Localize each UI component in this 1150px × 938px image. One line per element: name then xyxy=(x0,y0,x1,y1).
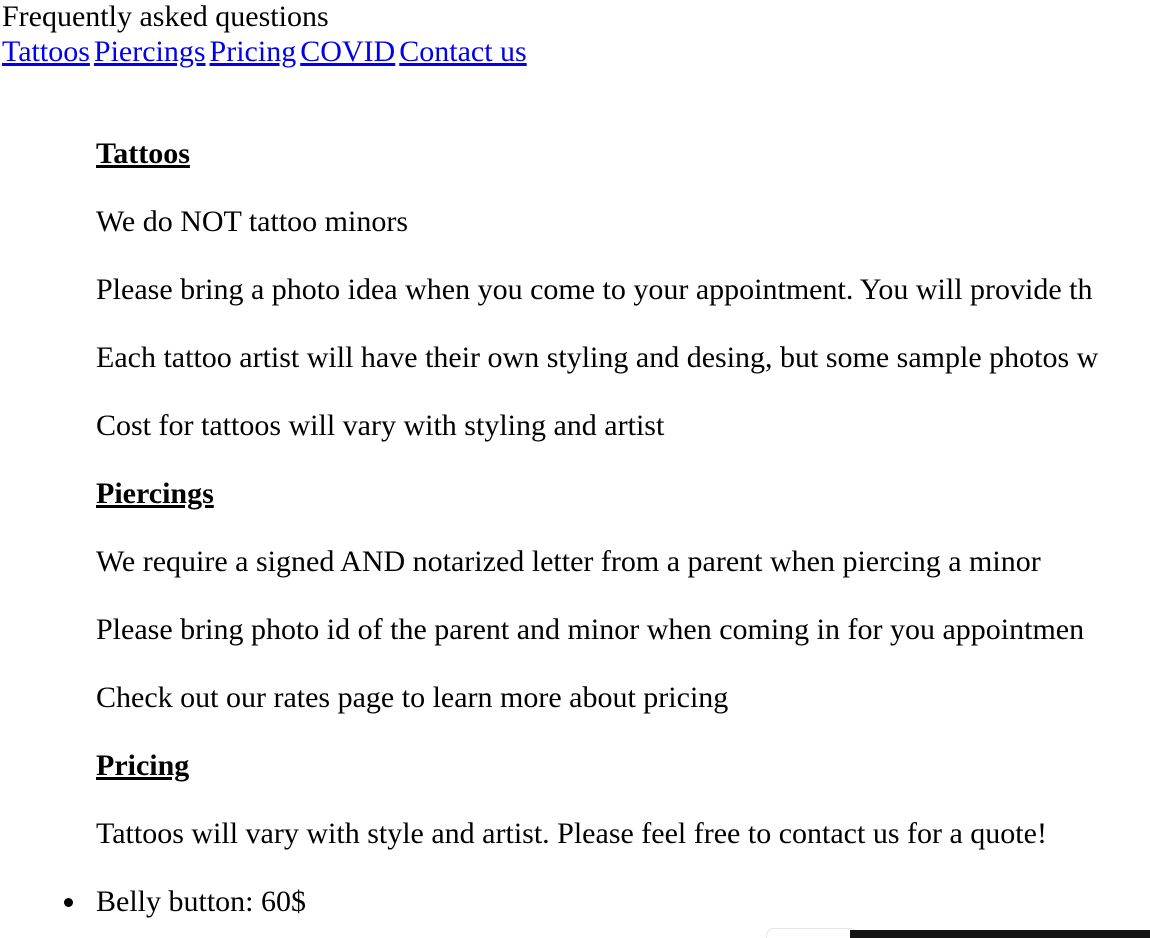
nav-link-tattoos[interactable]: Tattoos xyxy=(2,35,90,68)
faq-text: We require a signed AND notarized letter… xyxy=(96,545,1041,578)
faq-page: Frequently asked questions Tattoos Pierci… xyxy=(0,0,1150,938)
bullet-icon xyxy=(64,898,73,907)
faq-nav: Tattoos Piercings Pricing COVID Contact us xyxy=(2,35,531,69)
page-title: Frequently asked questions xyxy=(2,0,329,33)
faq-text: We do NOT tattoo minors xyxy=(96,205,408,238)
faq-text: Cost for tattoos will vary with styling … xyxy=(96,409,665,442)
faq-text: Please bring a photo idea when you come … xyxy=(96,273,1093,306)
faq-text: Each tattoo artist will have their own s… xyxy=(96,341,1099,374)
list-item-text: Belly button: 60$ xyxy=(96,885,306,918)
floating-widget-bar[interactable] xyxy=(850,930,1150,938)
faq-text: Check out our rates page to learn more a… xyxy=(96,681,729,714)
floating-widget-tab[interactable] xyxy=(766,928,858,938)
nav-link-piercings[interactable]: Piercings xyxy=(94,35,206,68)
faq-text: Tattoos will vary with style and artist.… xyxy=(96,817,1047,850)
nav-link-contact-us[interactable]: Contact us xyxy=(399,35,527,68)
nav-link-pricing[interactable]: Pricing xyxy=(210,35,297,68)
faq-content: Tattoos We do NOT tattoo minors Please b… xyxy=(96,136,1150,884)
section-heading-piercings: Piercings xyxy=(96,477,214,510)
faq-text: Please bring photo id of the parent and … xyxy=(96,613,1085,646)
section-heading-tattoos: Tattoos xyxy=(96,137,190,170)
section-heading-pricing: Pricing xyxy=(96,749,190,782)
list-item: Belly button: 60$ xyxy=(64,884,306,920)
nav-link-covid[interactable]: COVID xyxy=(300,35,395,68)
